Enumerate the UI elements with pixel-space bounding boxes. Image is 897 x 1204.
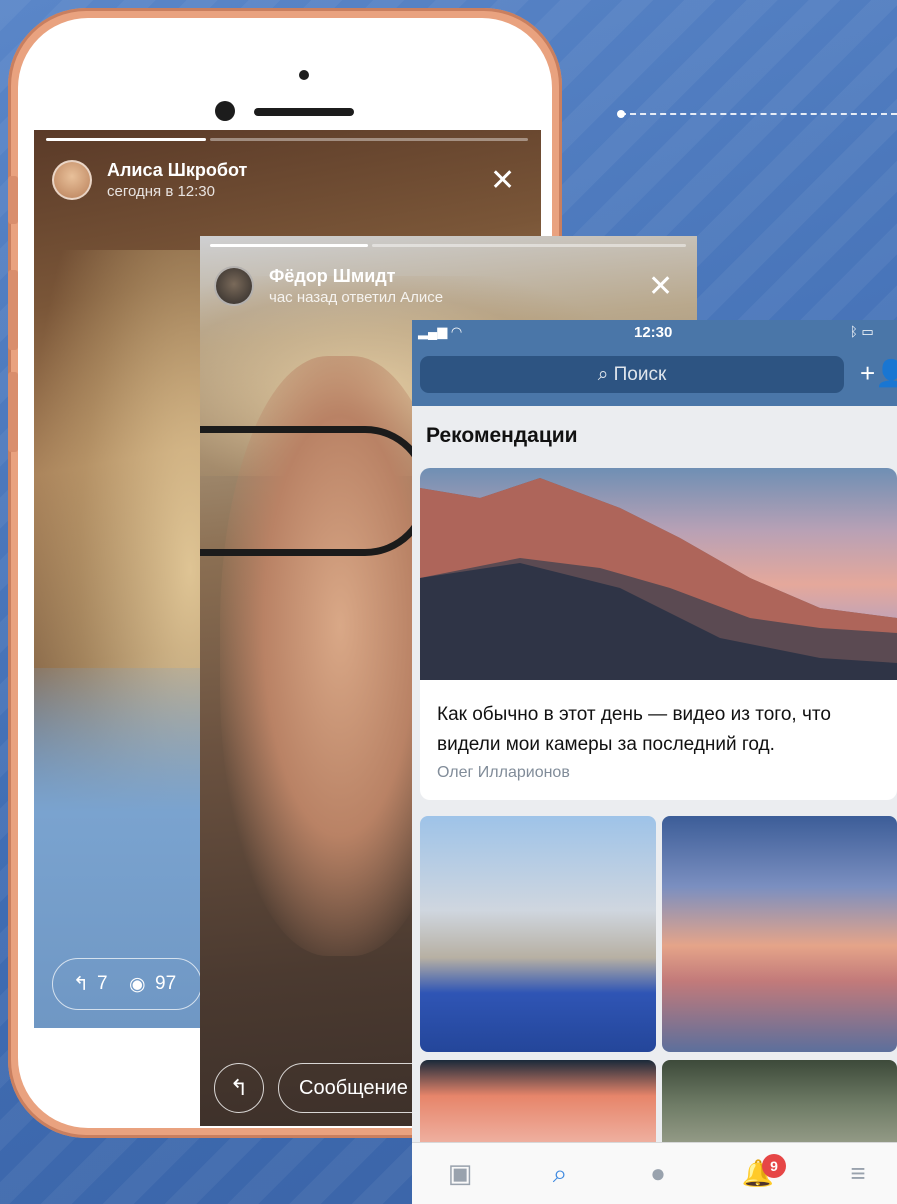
card-author[interactable]: Олег Илларионов: [437, 764, 570, 782]
story-photo-glasses: [200, 426, 430, 556]
decor-dashed-line: [620, 113, 897, 115]
volume-down-button: [8, 372, 18, 452]
eye-icon: ◉: [129, 974, 146, 995]
reply-icon: ↰: [229, 1075, 249, 1100]
close-icon[interactable]: ✕: [648, 272, 673, 302]
story-progress-done: [46, 138, 206, 141]
avatar[interactable]: [52, 160, 92, 200]
card-text[interactable]: Как обычно в этот день — видео из того, …: [437, 700, 887, 760]
photo-tile-mosque[interactable]: [420, 816, 656, 1052]
story-progress-done: [210, 244, 368, 247]
menu-icon[interactable]: ≡: [838, 1155, 878, 1191]
vk-app-screen: ▂▄▆ ◠ 12:30 ᛒ ▭ ⌕ Поиск +👤 Рекомендации …: [412, 320, 897, 1204]
section-title: Рекомендации: [426, 424, 578, 447]
photo-tile-portrait[interactable]: [420, 1060, 656, 1150]
proximity-sensor: [299, 70, 309, 80]
photo-tile-gate[interactable]: [662, 1060, 897, 1150]
earpiece-speaker: [254, 108, 354, 116]
search-icon: ⌕: [597, 364, 609, 385]
story-progress-remaining: [210, 138, 528, 141]
view-count: 97: [155, 973, 177, 994]
app-header: ▂▄▆ ◠ 12:30 ᛒ ▭ ⌕ Поиск +👤: [412, 320, 897, 406]
tab-bar: ▣ ⌕ ● 🔔 ≡: [412, 1142, 897, 1204]
search-tab-icon[interactable]: ⌕: [540, 1155, 580, 1191]
status-time: 12:30: [634, 324, 673, 341]
search-placeholder: Поиск: [613, 364, 667, 385]
news-icon[interactable]: ▣: [440, 1155, 480, 1191]
signal-wifi-icon: ▂▄▆ ◠: [418, 324, 463, 339]
recommendation-card[interactable]: Как обычно в этот день — видео из того, …: [420, 468, 897, 800]
bluetooth-battery-icon: ᛒ ▭: [850, 324, 874, 339]
story-author-name[interactable]: Алиса Шкробот: [107, 160, 247, 181]
reply-icon: ↰: [73, 974, 89, 995]
reply-button[interactable]: ↰: [214, 1063, 264, 1113]
story-author-name[interactable]: Фёдор Шмидт: [269, 266, 396, 287]
add-friend-icon[interactable]: +👤: [860, 358, 897, 388]
reply-count: 7: [97, 973, 108, 994]
photo-tile-torii[interactable]: [662, 816, 897, 1052]
mute-switch: [8, 176, 18, 224]
notifications-badge: 9: [762, 1154, 786, 1178]
story-stats[interactable]: ↰ 7 ◉ 97: [52, 958, 202, 1010]
volume-up-button: [8, 270, 18, 350]
front-camera: [215, 101, 235, 121]
close-icon[interactable]: ✕: [490, 166, 515, 196]
messages-icon[interactable]: ●: [638, 1155, 678, 1191]
mountain-illustration: [420, 478, 897, 680]
story-subtitle: час назад ответил Алисе: [269, 289, 444, 306]
search-input[interactable]: ⌕ Поиск: [420, 356, 844, 393]
avatar[interactable]: [214, 266, 254, 306]
story-time: сегодня в 12:30: [107, 183, 215, 200]
card-image-mountain: [420, 468, 897, 680]
story-progress-remaining: [372, 244, 686, 247]
